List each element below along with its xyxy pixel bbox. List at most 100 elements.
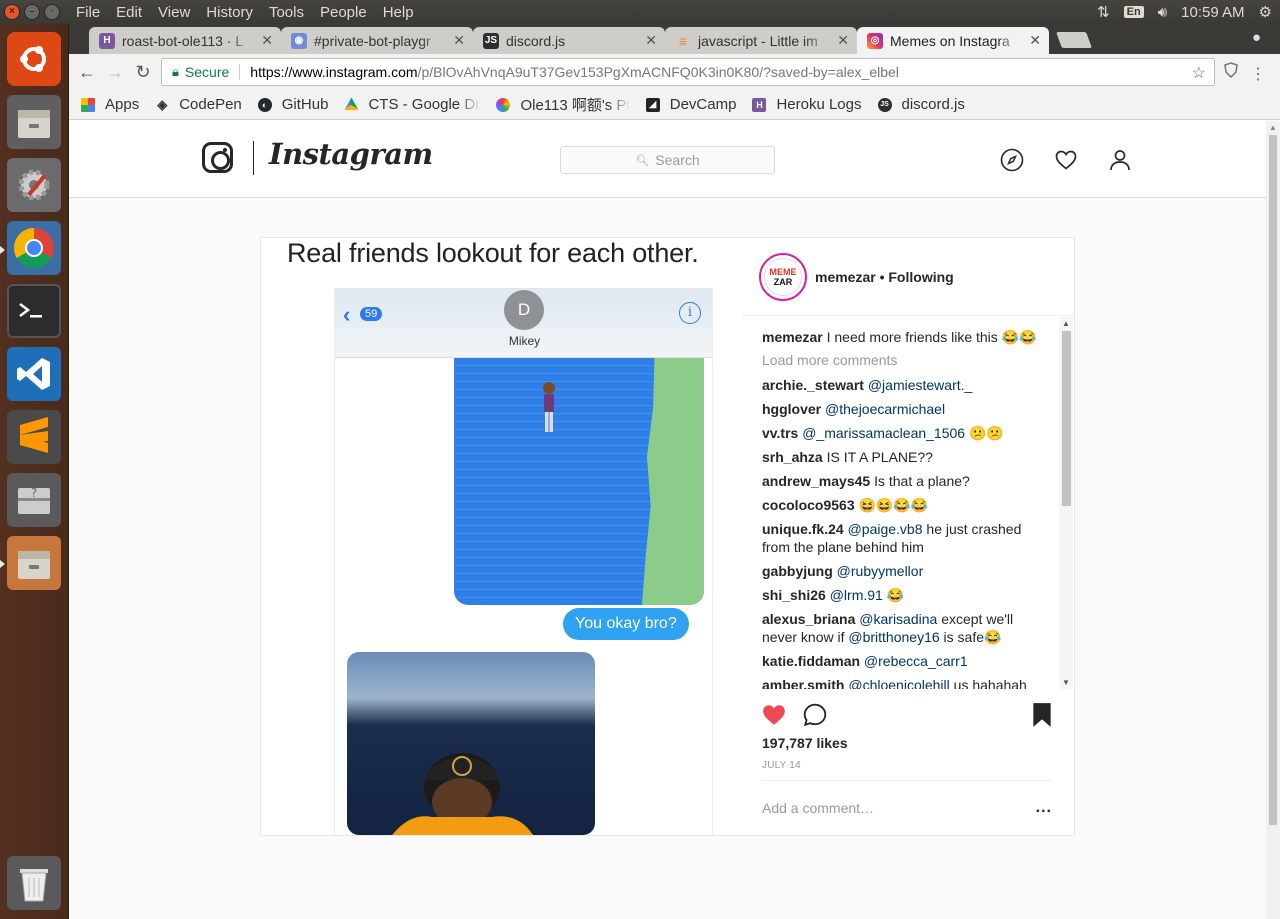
comment-username[interactable]: andrew_mays45 bbox=[762, 473, 870, 489]
maximize-window-button[interactable]: ▫ bbox=[44, 4, 60, 20]
system-settings-icon[interactable] bbox=[7, 158, 61, 212]
comment-username[interactable]: shi_shi26 bbox=[762, 587, 826, 603]
unknown-app-icon[interactable]: ? bbox=[7, 473, 61, 527]
bookmark-star-icon[interactable]: ☆ bbox=[1192, 63, 1206, 83]
scroll-down-arrow-icon[interactable]: ▼ bbox=[1062, 678, 1070, 687]
chrome-icon[interactable] bbox=[7, 221, 61, 275]
close-tab-icon[interactable]: ✕ bbox=[1029, 32, 1041, 49]
clock[interactable]: 10:59 AM bbox=[1181, 4, 1244, 21]
page-scroll-thumb[interactable] bbox=[1269, 135, 1277, 825]
bookmark-discordjs[interactable]: JS discord.js bbox=[877, 96, 965, 113]
comment-mention[interactable]: @lrm.91 bbox=[830, 587, 883, 603]
comment-username[interactable]: hgglover bbox=[762, 401, 821, 417]
system-gear-icon[interactable]: ⚙ bbox=[1259, 3, 1272, 21]
files-icon[interactable] bbox=[7, 95, 61, 149]
comment-username[interactable]: srh_ahza bbox=[762, 449, 823, 465]
new-tab-button[interactable] bbox=[1056, 32, 1092, 48]
tab-stackoverflow[interactable]: ≡ javascript - Little im ✕ bbox=[665, 27, 857, 54]
explore-compass-icon[interactable] bbox=[1000, 148, 1024, 172]
tab-roast-bot[interactable]: H roast-bot-ole113 · L ✕ bbox=[89, 27, 281, 54]
post-date[interactable]: JULY 14 bbox=[762, 760, 801, 771]
comment-username[interactable]: vv.trs bbox=[762, 425, 798, 441]
comment-mention[interactable]: @jamiestewart._ bbox=[868, 377, 972, 393]
bookmark-apps[interactable]: Apps bbox=[81, 96, 139, 113]
bookmark-google-drive[interactable]: CTS - Google Dri bbox=[344, 96, 480, 113]
scroll-up-arrow-icon[interactable]: ▲ bbox=[1062, 319, 1070, 328]
comment-username[interactable]: amber.smith bbox=[762, 677, 844, 689]
menu-people[interactable]: People bbox=[312, 4, 375, 21]
address-bar[interactable]: 🔒︎ Secure https://www.instagram.com/p/Bl… bbox=[161, 58, 1215, 86]
close-tab-icon[interactable]: ✕ bbox=[837, 32, 849, 49]
menu-edit[interactable]: Edit bbox=[108, 4, 150, 21]
instagram-camera-icon[interactable] bbox=[202, 142, 233, 173]
bookmark-devcamp[interactable]: ◢ DevCamp bbox=[645, 96, 736, 113]
tab-instagram[interactable]: ◎ Memes on Instagra ✕ bbox=[857, 27, 1049, 54]
close-window-button[interactable]: × bbox=[4, 4, 20, 20]
vscode-icon[interactable] bbox=[7, 347, 61, 401]
bookmark-picasa[interactable]: Ole113 啊额's Pi bbox=[496, 94, 630, 115]
bookmark-heroku-logs[interactable]: H Heroku Logs bbox=[752, 96, 862, 113]
trash-icon[interactable] bbox=[7, 856, 61, 910]
comment-username[interactable]: gabbyjung bbox=[762, 563, 833, 579]
comment-bubble-icon[interactable] bbox=[802, 702, 828, 728]
comment-username[interactable]: archie._stewart bbox=[762, 377, 864, 393]
activity-heart-icon[interactable] bbox=[1054, 148, 1078, 172]
heroku-icon: H bbox=[99, 32, 115, 49]
comment-mention[interactable]: @thejoecarmichael bbox=[825, 401, 945, 417]
comment-mention[interactable]: @karisadina bbox=[859, 611, 937, 627]
like-heart-icon[interactable] bbox=[761, 702, 787, 728]
network-icon[interactable]: ⇅ bbox=[1097, 3, 1110, 21]
bookmark-codepen[interactable]: ◈ CodePen bbox=[155, 96, 242, 113]
instagram-wordmark[interactable]: Instagram bbox=[269, 137, 433, 171]
more-options-icon[interactable]: ... bbox=[1036, 799, 1052, 817]
terminal-icon[interactable] bbox=[7, 284, 61, 338]
menu-file[interactable]: File bbox=[68, 4, 108, 21]
comments-scroll-thumb[interactable] bbox=[1062, 331, 1071, 506]
forward-arrow-icon[interactable]: → bbox=[101, 62, 129, 83]
add-comment-input[interactable]: Add a comment… bbox=[762, 800, 874, 816]
volume-icon[interactable]: 🔊︎ bbox=[1158, 4, 1167, 21]
comments-scrollbar[interactable]: ▲ ▼ bbox=[1059, 317, 1073, 689]
extension-shield-icon[interactable] bbox=[1224, 62, 1238, 78]
back-arrow-icon[interactable]: ← bbox=[73, 62, 101, 83]
comment-mention[interactable]: @paige.vb8 bbox=[848, 521, 923, 537]
minimize-window-button[interactable]: – bbox=[24, 4, 40, 20]
comment-username[interactable]: alexus_briana bbox=[762, 611, 855, 627]
saved-bookmark-icon[interactable] bbox=[1031, 702, 1053, 728]
page-scrollbar[interactable]: ▲ bbox=[1266, 121, 1280, 919]
chrome-menu-icon[interactable]: ⋮ bbox=[1250, 64, 1266, 84]
bookmark-github[interactable]: ◐ GitHub bbox=[257, 96, 328, 113]
menu-tools[interactable]: Tools bbox=[261, 4, 312, 21]
load-more-comments-button[interactable]: Load more comments bbox=[762, 352, 1052, 368]
profile-person-icon[interactable] bbox=[1108, 148, 1132, 172]
tab-discordjs[interactable]: JS discord.js ✕ bbox=[473, 27, 665, 54]
comment-username[interactable]: unique.fk.24 bbox=[762, 521, 844, 537]
close-tab-icon[interactable]: ✕ bbox=[645, 32, 657, 49]
comment-mention[interactable]: @chloenicolehill bbox=[848, 677, 949, 689]
comment-username[interactable]: cocoloco9563 bbox=[762, 497, 855, 513]
caption-username[interactable]: memezar bbox=[762, 329, 823, 345]
comment-mention[interactable]: @rebecca_carr1 bbox=[864, 653, 968, 669]
post-media[interactable]: Real friends lookout for each other. ‹ 5… bbox=[261, 238, 741, 835]
menu-view[interactable]: View bbox=[150, 4, 198, 21]
comment-mention[interactable]: @britthoney16 bbox=[848, 629, 939, 645]
profile-icon[interactable]: ● bbox=[1252, 29, 1270, 47]
owner-follow-line[interactable]: memezar • Following bbox=[815, 269, 954, 285]
comment-mention[interactable]: @_marissamaclean_1506 bbox=[802, 425, 965, 441]
reload-icon[interactable]: ↻ bbox=[129, 62, 157, 83]
files-2-icon[interactable] bbox=[7, 536, 61, 590]
search-input[interactable]: 🔍︎ Search bbox=[560, 146, 775, 174]
comment-username[interactable]: katie.fiddaman bbox=[762, 653, 860, 669]
like-count[interactable]: 197,787 likes bbox=[762, 735, 848, 751]
keyboard-layout-indicator[interactable]: En bbox=[1123, 6, 1144, 18]
menu-history[interactable]: History bbox=[198, 4, 261, 21]
page-scroll-up-icon[interactable]: ▲ bbox=[1269, 123, 1277, 132]
sublime-text-icon[interactable] bbox=[7, 410, 61, 464]
owner-avatar[interactable]: MEME ZAR bbox=[759, 253, 807, 301]
menu-help[interactable]: Help bbox=[375, 4, 422, 21]
tab-private-bot-playground[interactable]: ◉ #private-bot-playgr ✕ bbox=[281, 27, 473, 54]
comment-mention[interactable]: @rubyymellor bbox=[837, 563, 924, 579]
close-tab-icon[interactable]: ✕ bbox=[453, 32, 465, 49]
ubuntu-dash-icon[interactable] bbox=[7, 32, 61, 86]
close-tab-icon[interactable]: ✕ bbox=[261, 32, 273, 49]
